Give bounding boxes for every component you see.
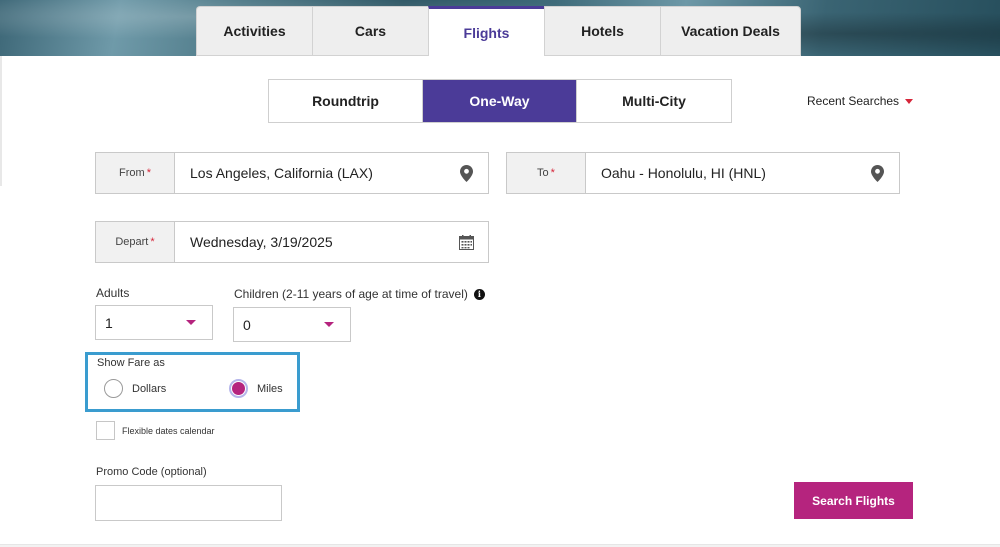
children-label: Children (2-11 years of age at time of t…: [234, 287, 485, 301]
adults-value: 1: [105, 314, 113, 331]
depart-label: Depart *: [96, 222, 175, 262]
one-way-button[interactable]: One-Way: [423, 80, 577, 122]
children-value: 0: [243, 316, 251, 333]
fare-type-title: Show Fare as: [97, 357, 165, 369]
required-asterisk: *: [150, 236, 155, 248]
recent-searches-label: Recent Searches: [807, 94, 900, 108]
tab-vacation-deals[interactable]: Vacation Deals: [660, 6, 801, 56]
map-pin-icon: [855, 153, 899, 193]
miles-label: Miles: [257, 382, 283, 395]
panel-edge: [0, 56, 2, 186]
search-flights-button[interactable]: Search Flights: [794, 482, 913, 519]
from-value[interactable]: Los Angeles, California (LAX): [175, 153, 444, 193]
multi-city-button[interactable]: Multi-City: [577, 80, 731, 122]
adults-label: Adults: [96, 286, 129, 300]
required-asterisk: *: [146, 167, 151, 179]
to-value[interactable]: Oahu - Honolulu, HI (HNL): [586, 153, 855, 193]
to-label-text: To: [537, 167, 549, 179]
fare-miles-option[interactable]: Miles: [229, 379, 283, 398]
children-label-text: Children (2-11 years of age at time of t…: [234, 287, 468, 301]
from-field[interactable]: From * Los Angeles, California (LAX): [95, 152, 489, 194]
map-pin-icon: [444, 153, 488, 193]
calendar-icon[interactable]: [444, 222, 488, 262]
fare-dollars-option[interactable]: Dollars: [104, 379, 166, 398]
trip-type-selector: Roundtrip One-Way Multi-City: [268, 79, 732, 123]
roundtrip-button[interactable]: Roundtrip: [269, 80, 423, 122]
depart-field[interactable]: Depart * Wednesday, 3/19/2025: [95, 221, 489, 263]
chevron-down-icon: [324, 322, 334, 327]
to-label: To *: [507, 153, 586, 193]
adults-label-text: Adults: [96, 286, 130, 300]
flexible-dates-label: Flexible dates calendar: [122, 426, 215, 436]
from-label-text: From: [119, 167, 145, 179]
tab-activities[interactable]: Activities: [196, 6, 312, 56]
depart-label-text: Depart: [115, 236, 149, 248]
promo-code-label: Promo Code (optional): [96, 466, 207, 478]
miles-radio[interactable]: [229, 379, 248, 398]
recent-searches-dropdown[interactable]: Recent Searches: [807, 94, 914, 108]
info-icon[interactable]: i: [473, 288, 485, 300]
to-field[interactable]: To * Oahu - Honolulu, HI (HNL): [506, 152, 900, 194]
promo-code-input[interactable]: [95, 485, 282, 521]
tab-flights[interactable]: Flights: [428, 6, 544, 56]
dollars-radio[interactable]: [104, 379, 123, 398]
product-tabs: Activities Cars Flights Hotels Vacation …: [196, 6, 801, 56]
depart-value[interactable]: Wednesday, 3/19/2025: [175, 222, 444, 262]
dollars-label: Dollars: [132, 382, 167, 395]
from-label: From *: [96, 153, 175, 193]
caret-down-icon: [905, 98, 914, 104]
required-asterisk: *: [550, 167, 555, 179]
adults-select[interactable]: 1: [95, 305, 213, 340]
chevron-down-icon: [186, 320, 196, 325]
children-select[interactable]: 0: [233, 307, 351, 342]
tab-hotels[interactable]: Hotels: [544, 6, 660, 56]
tab-cars[interactable]: Cars: [312, 6, 428, 56]
flexible-dates-checkbox[interactable]: [96, 421, 115, 440]
